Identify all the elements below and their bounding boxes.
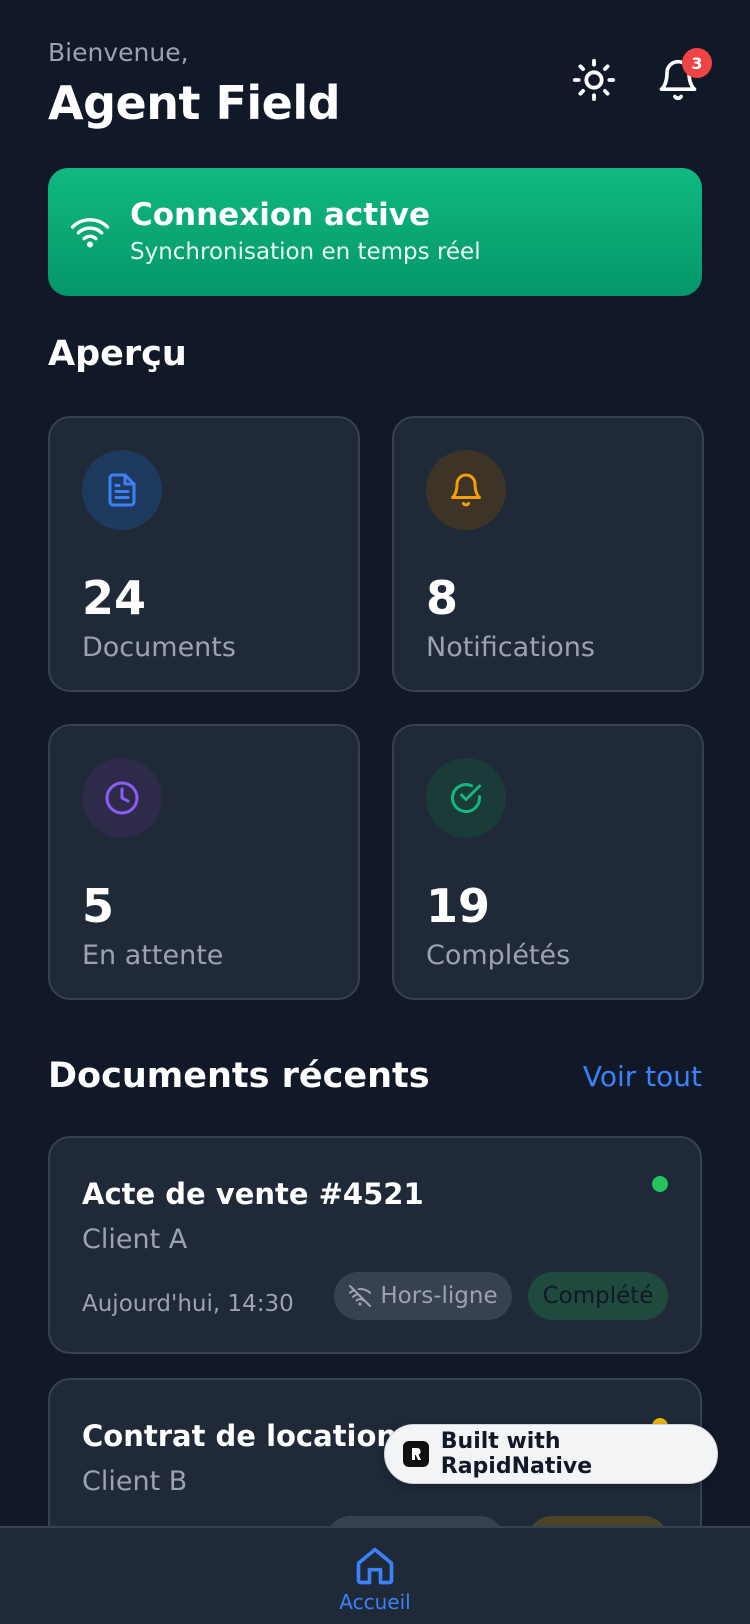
stat-value: 24 [82,571,147,625]
bell-icon [451,473,481,507]
status-dot [652,1176,668,1192]
stat-label: Documents [82,632,236,663]
status-badge: Complété [528,1272,668,1320]
overview-title: Aperçu [48,334,187,374]
offline-badge: Hors-ligne [334,1272,512,1320]
rapidnative-label: Built with RapidNative [440,1429,593,1479]
stat-card-notifications[interactable]: 8 Notifications [392,416,704,692]
connection-banner: Connexion active Synchronisation en temp… [48,168,702,296]
document-card[interactable]: Acte de vente #4521 Client A Aujourd'hui… [48,1136,702,1354]
stat-label: Notifications [426,632,595,663]
stat-card-completed[interactable]: 19 Complétés [392,724,704,1000]
home-icon [356,1547,394,1585]
document-client: Client A [82,1224,188,1255]
nav-label-home: Accueil [339,1590,411,1614]
rapidnative-logo-icon [411,1447,421,1460]
notifications-button[interactable]: 3 [654,48,712,104]
stat-value: 5 [82,879,115,933]
stat-label: En attente [82,940,224,971]
rapidnative-logo [403,1441,429,1467]
document-title: Acte de vente #4521 [82,1177,424,1211]
document-icon [108,473,136,507]
nav-item-home[interactable]: Accueil [339,1544,411,1614]
theme-toggle-button[interactable] [570,56,618,104]
offline-label: Hors-ligne [380,1283,498,1309]
stat-value: 8 [426,571,459,625]
header-actions: 3 [570,48,712,104]
connection-subtitle: Synchronisation en temps réel [130,239,481,265]
connection-title: Connexion active [130,197,430,233]
stat-card-documents[interactable]: 24 Documents [48,416,360,692]
recent-documents-title: Documents récents [48,1056,430,1096]
clock-icon [105,781,139,815]
bottom-navigation: Accueil [0,1526,750,1624]
notification-badge: 3 [682,48,712,78]
wifi-off-icon [349,1285,372,1307]
document-client: Client B [82,1466,188,1497]
rapidnative-badge[interactable]: Built with RapidNative [384,1424,718,1484]
see-all-link[interactable]: Voir tout [583,1060,702,1093]
check-circle-icon [451,783,481,813]
document-date: Aujourd'hui, 14:30 [82,1291,294,1317]
wifi-icon [70,218,110,248]
header: Bienvenue, Agent Field 3 [48,36,712,136]
stat-label: Complétés [426,940,571,971]
sun-icon [572,58,616,102]
stat-card-pending[interactable]: 5 En attente [48,724,360,1000]
stat-value: 19 [426,879,491,933]
